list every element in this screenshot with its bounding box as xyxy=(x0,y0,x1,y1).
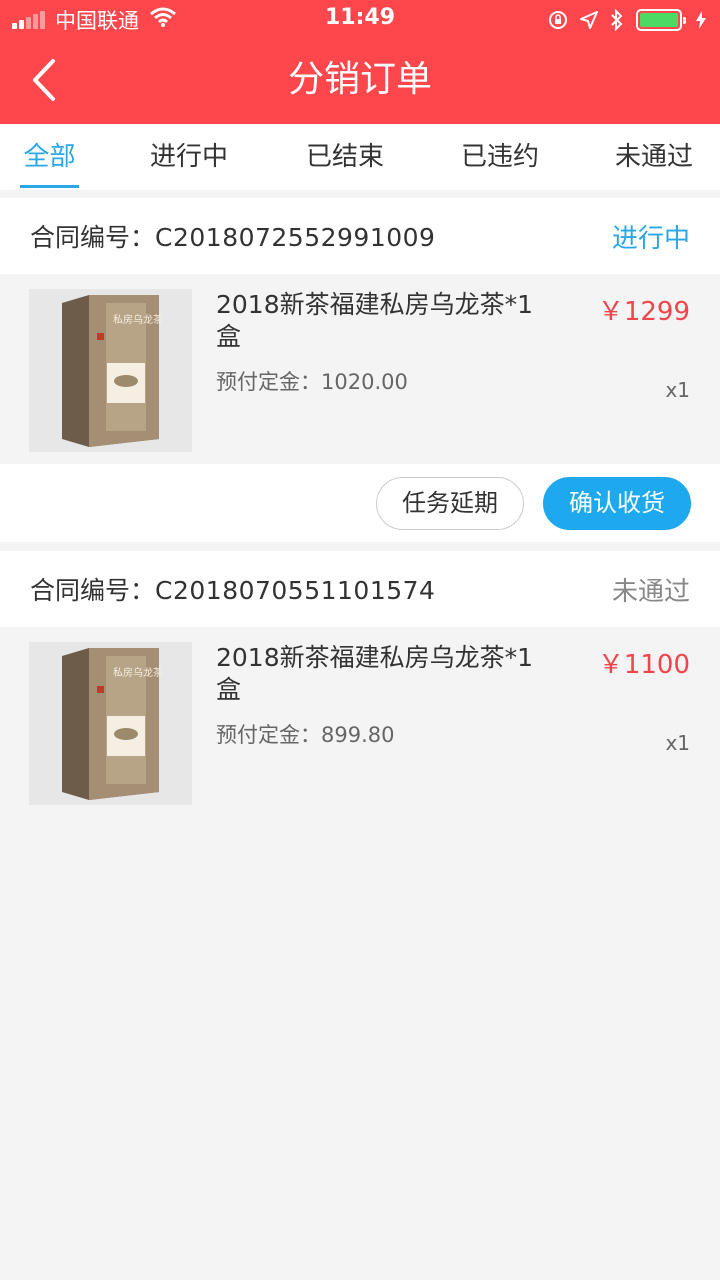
contract-number: 合同编号：C2018072552991009 xyxy=(30,218,435,254)
tab-in-progress[interactable]: 进行中 xyxy=(148,124,230,190)
deposit: 预付定金：899.80 xyxy=(216,719,394,749)
app-header: 中国联通 11:49 分销订单 xyxy=(0,0,720,124)
contract-value: C2018072552991009 xyxy=(155,223,436,252)
product-name: 2018新茶福建私房乌龙茶*1盒 xyxy=(216,643,534,704)
deposit-value: 899.80 xyxy=(321,723,395,747)
charging-icon xyxy=(696,11,706,29)
order-actions: 任务延期 确认收货 xyxy=(0,464,720,542)
tab-rejected[interactable]: 未通过 xyxy=(613,124,695,190)
tab-all[interactable]: 全部 xyxy=(20,124,79,190)
page-title: 分销订单 xyxy=(287,59,432,100)
deposit: 预付定金：1020.00 xyxy=(216,366,408,396)
bluetooth-icon xyxy=(610,9,624,31)
tab-ended[interactable]: 已结束 xyxy=(304,124,386,190)
status-bar: 中国联通 11:49 xyxy=(0,0,720,40)
contract-label: 合同编号： xyxy=(30,576,156,605)
product-quantity: x1 xyxy=(665,378,690,402)
deposit-value: 1020.00 xyxy=(321,370,408,394)
order-item[interactable]: 私房乌龙茶 2018新茶福建私房乌龙茶*1盒 预付定金：899.80 ￥1100… xyxy=(0,627,720,817)
svg-text:私房乌龙茶: 私房乌龙茶 xyxy=(113,666,163,679)
product-image: 私房乌龙茶 xyxy=(29,642,192,805)
deposit-label: 预付定金： xyxy=(216,370,321,394)
rotation-lock-icon xyxy=(548,10,568,30)
battery-icon xyxy=(636,9,686,31)
order-status: 未通过 xyxy=(611,577,690,607)
order-status: 进行中 xyxy=(611,224,690,254)
product-price: ￥1100 xyxy=(597,650,690,680)
order-card[interactable]: 合同编号：C2018070551101574 未通过 私房乌龙茶 2018新茶福… xyxy=(0,551,720,817)
tab-defaulted[interactable]: 已违约 xyxy=(459,124,541,190)
delay-task-button[interactable]: 任务延期 xyxy=(376,477,524,530)
svg-text:私房乌龙茶: 私房乌龙茶 xyxy=(113,313,163,326)
order-tabs: 全部 进行中 已结束 已违约 未通过 xyxy=(0,124,720,190)
location-icon xyxy=(580,11,598,29)
status-right xyxy=(536,6,706,34)
order-item[interactable]: 私房乌龙茶 2018新茶福建私房乌龙茶*1盒 预付定金：1020.00 ￥129… xyxy=(0,274,720,464)
deposit-label: 预付定金： xyxy=(216,723,321,747)
order-card[interactable]: 合同编号：C2018072552991009 进行中 私房乌龙茶 2018新茶福… xyxy=(0,198,720,542)
confirm-receipt-button[interactable]: 确认收货 xyxy=(543,477,691,530)
contract-label: 合同编号： xyxy=(30,223,156,252)
order-header: 合同编号：C2018070551101574 未通过 xyxy=(0,551,720,627)
product-quantity: x1 xyxy=(665,731,690,755)
contract-value: C2018070551101574 xyxy=(155,576,436,605)
contract-number: 合同编号：C2018070551101574 xyxy=(30,571,435,607)
order-header: 合同编号：C2018072552991009 进行中 xyxy=(0,198,720,274)
product-name: 2018新茶福建私房乌龙茶*1盒 xyxy=(216,290,534,351)
product-price: ￥1299 xyxy=(597,297,690,327)
product-image: 私房乌龙茶 xyxy=(29,289,192,452)
